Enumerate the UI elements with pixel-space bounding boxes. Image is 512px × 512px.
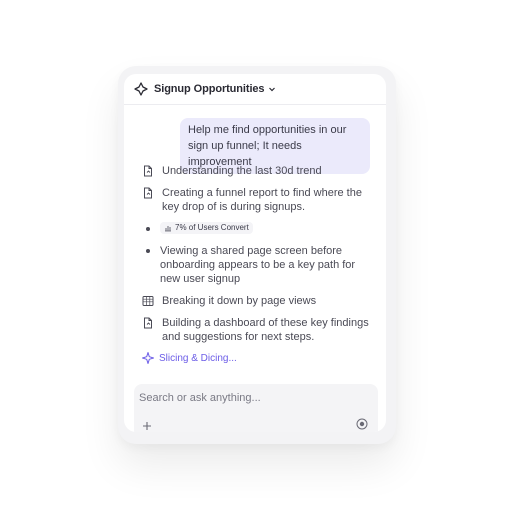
step-item: 7% of Users Convert xyxy=(142,222,377,234)
step-item: Understanding the last 30d trend xyxy=(142,164,377,178)
bar-chart-icon xyxy=(164,224,172,232)
document-icon xyxy=(142,317,154,329)
document-icon xyxy=(142,187,154,199)
step-text: Viewing a shared page screen before onbo… xyxy=(160,245,356,285)
badge-text: 7% of Users Convert xyxy=(175,223,249,232)
composer xyxy=(134,384,378,432)
sparkle-icon xyxy=(142,352,154,364)
search-input[interactable] xyxy=(139,390,339,406)
stop-circle-icon[interactable] xyxy=(356,417,368,430)
conversation-title[interactable]: Signup Opportunities xyxy=(154,83,265,95)
panel-header: Signup Opportunities xyxy=(124,74,386,105)
step-text: Building a dashboard of these key findin… xyxy=(162,317,369,343)
status-indicator: Slicing & Dicing... xyxy=(142,352,237,364)
step-text: Creating a funnel report to find where t… xyxy=(162,187,362,213)
chevron-down-icon[interactable] xyxy=(268,85,276,93)
assistant-panel: Signup Opportunities Help me find opport… xyxy=(124,74,386,432)
insight-badge[interactable]: 7% of Users Convert xyxy=(160,222,253,234)
bullet-dot xyxy=(142,222,154,231)
step-text: Understanding the last 30d trend xyxy=(162,165,322,177)
plus-icon[interactable] xyxy=(142,418,152,430)
step-item: Breaking it down by page views xyxy=(142,294,377,308)
step-text: Breaking it down by page views xyxy=(162,295,317,307)
step-item: Creating a funnel report to find where t… xyxy=(142,186,377,214)
table-icon xyxy=(142,295,154,307)
step-item: Viewing a shared page screen before onbo… xyxy=(142,244,377,286)
status-text: Slicing & Dicing... xyxy=(159,352,237,364)
step-item: Building a dashboard of these key findin… xyxy=(142,316,377,344)
document-icon xyxy=(142,165,154,177)
sparkle-diamond-icon xyxy=(134,82,148,96)
bullet-dot xyxy=(142,244,154,253)
